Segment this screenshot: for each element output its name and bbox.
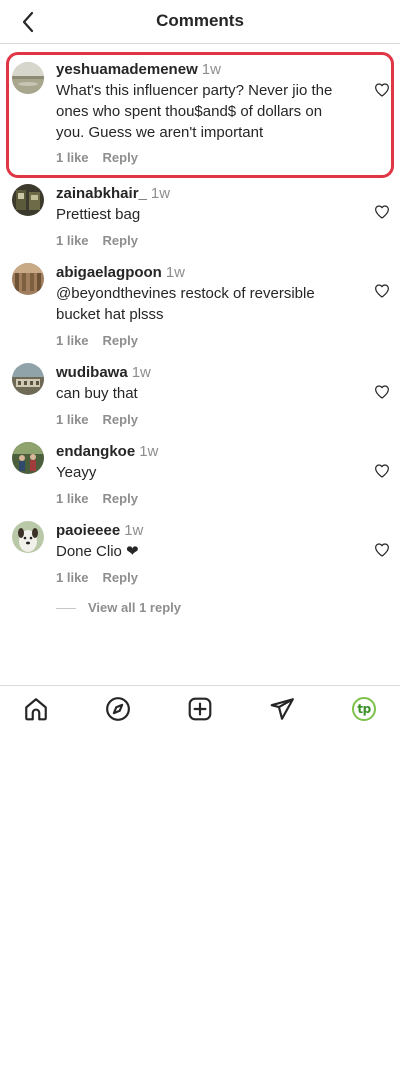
heart-icon[interactable] xyxy=(374,82,390,98)
home-icon xyxy=(25,698,47,721)
comment-likes[interactable]: 1 like xyxy=(56,233,89,248)
comment-likes[interactable]: 1 like xyxy=(56,491,89,506)
back-button[interactable] xyxy=(12,8,44,36)
reply-button[interactable]: Reply xyxy=(103,150,138,165)
dog-avatar-icon xyxy=(12,521,44,553)
reply-button[interactable]: Reply xyxy=(103,412,138,427)
explore-icon xyxy=(106,697,130,721)
heart-icon[interactable] xyxy=(374,204,390,220)
people-avatar-icon xyxy=(12,442,44,474)
comment-time: 1w xyxy=(131,364,151,381)
chevron-left-icon xyxy=(22,11,34,33)
direct-icon xyxy=(270,698,294,720)
profile-icon: tp xyxy=(352,697,376,721)
interior-avatar-icon xyxy=(12,263,44,295)
heart-icon[interactable] xyxy=(374,542,390,558)
comment-text: can buy that xyxy=(56,385,138,402)
comment-likes[interactable]: 1 like xyxy=(56,150,89,165)
heart-icon[interactable] xyxy=(374,283,390,299)
comment-username[interactable]: wudibawa xyxy=(56,364,128,381)
heart-icon[interactable] xyxy=(374,384,390,400)
bottom-nav: tp xyxy=(0,685,400,731)
nav-explore[interactable] xyxy=(104,695,132,723)
nav-profile[interactable]: tp xyxy=(350,695,378,723)
comment-username[interactable]: zainabkhair_ xyxy=(56,185,147,202)
comment-likes[interactable]: 1 like xyxy=(56,412,89,427)
comments-screen: Comments yeshuamademenew 1w What's this i… xyxy=(0,0,400,1080)
landscape-avatar-icon xyxy=(12,62,44,94)
train-avatar-icon xyxy=(12,184,44,216)
view-replies-button[interactable]: View all 1 reply xyxy=(56,600,181,616)
comment-time: 1w xyxy=(150,185,171,202)
avatar[interactable] xyxy=(12,442,44,474)
view-replies-label: View all 1 reply xyxy=(88,600,181,615)
comment-username[interactable]: yeshuamademenew xyxy=(56,61,198,78)
avatar[interactable] xyxy=(12,521,44,553)
comment-text: Done Clio ❤ xyxy=(56,543,139,560)
heart-icon[interactable] xyxy=(374,463,390,479)
comment-time: 1w xyxy=(201,61,221,78)
comment-text: Prettiest bag xyxy=(56,206,141,223)
reply-button[interactable]: Reply xyxy=(103,491,138,506)
comment-text: Yeayy xyxy=(56,464,97,481)
page-title: Comments xyxy=(156,11,244,30)
avatar[interactable] xyxy=(12,62,44,94)
nav-direct[interactable] xyxy=(268,695,296,723)
comment-likes[interactable]: 1 like xyxy=(56,333,89,348)
avatar[interactable] xyxy=(12,184,44,216)
reply-button[interactable]: Reply xyxy=(103,333,138,348)
comment-username[interactable]: abigaelagpoon xyxy=(56,264,162,281)
avatar[interactable] xyxy=(12,363,44,395)
header: Comments xyxy=(0,0,400,44)
comment-likes[interactable]: 1 like xyxy=(56,570,89,585)
comment-time: 1w xyxy=(139,443,159,460)
comment-username[interactable]: endangkoe xyxy=(56,443,135,460)
create-icon xyxy=(188,697,212,721)
comment-time: 1w xyxy=(165,264,186,281)
avatar[interactable] xyxy=(12,263,44,295)
comment-username[interactable]: paoieeee xyxy=(56,522,120,539)
reply-button[interactable]: Reply xyxy=(103,570,138,585)
divider xyxy=(56,607,76,609)
nav-create[interactable] xyxy=(186,695,214,723)
comment-text: @beyondthevines restock of reversible bu… xyxy=(56,285,315,323)
building-avatar-icon xyxy=(12,363,44,395)
comment-time: 1w xyxy=(124,522,144,539)
comment-text: What's this influencer party? Never jio … xyxy=(56,82,333,141)
nav-home[interactable] xyxy=(22,695,50,723)
reply-button[interactable]: Reply xyxy=(103,233,138,248)
